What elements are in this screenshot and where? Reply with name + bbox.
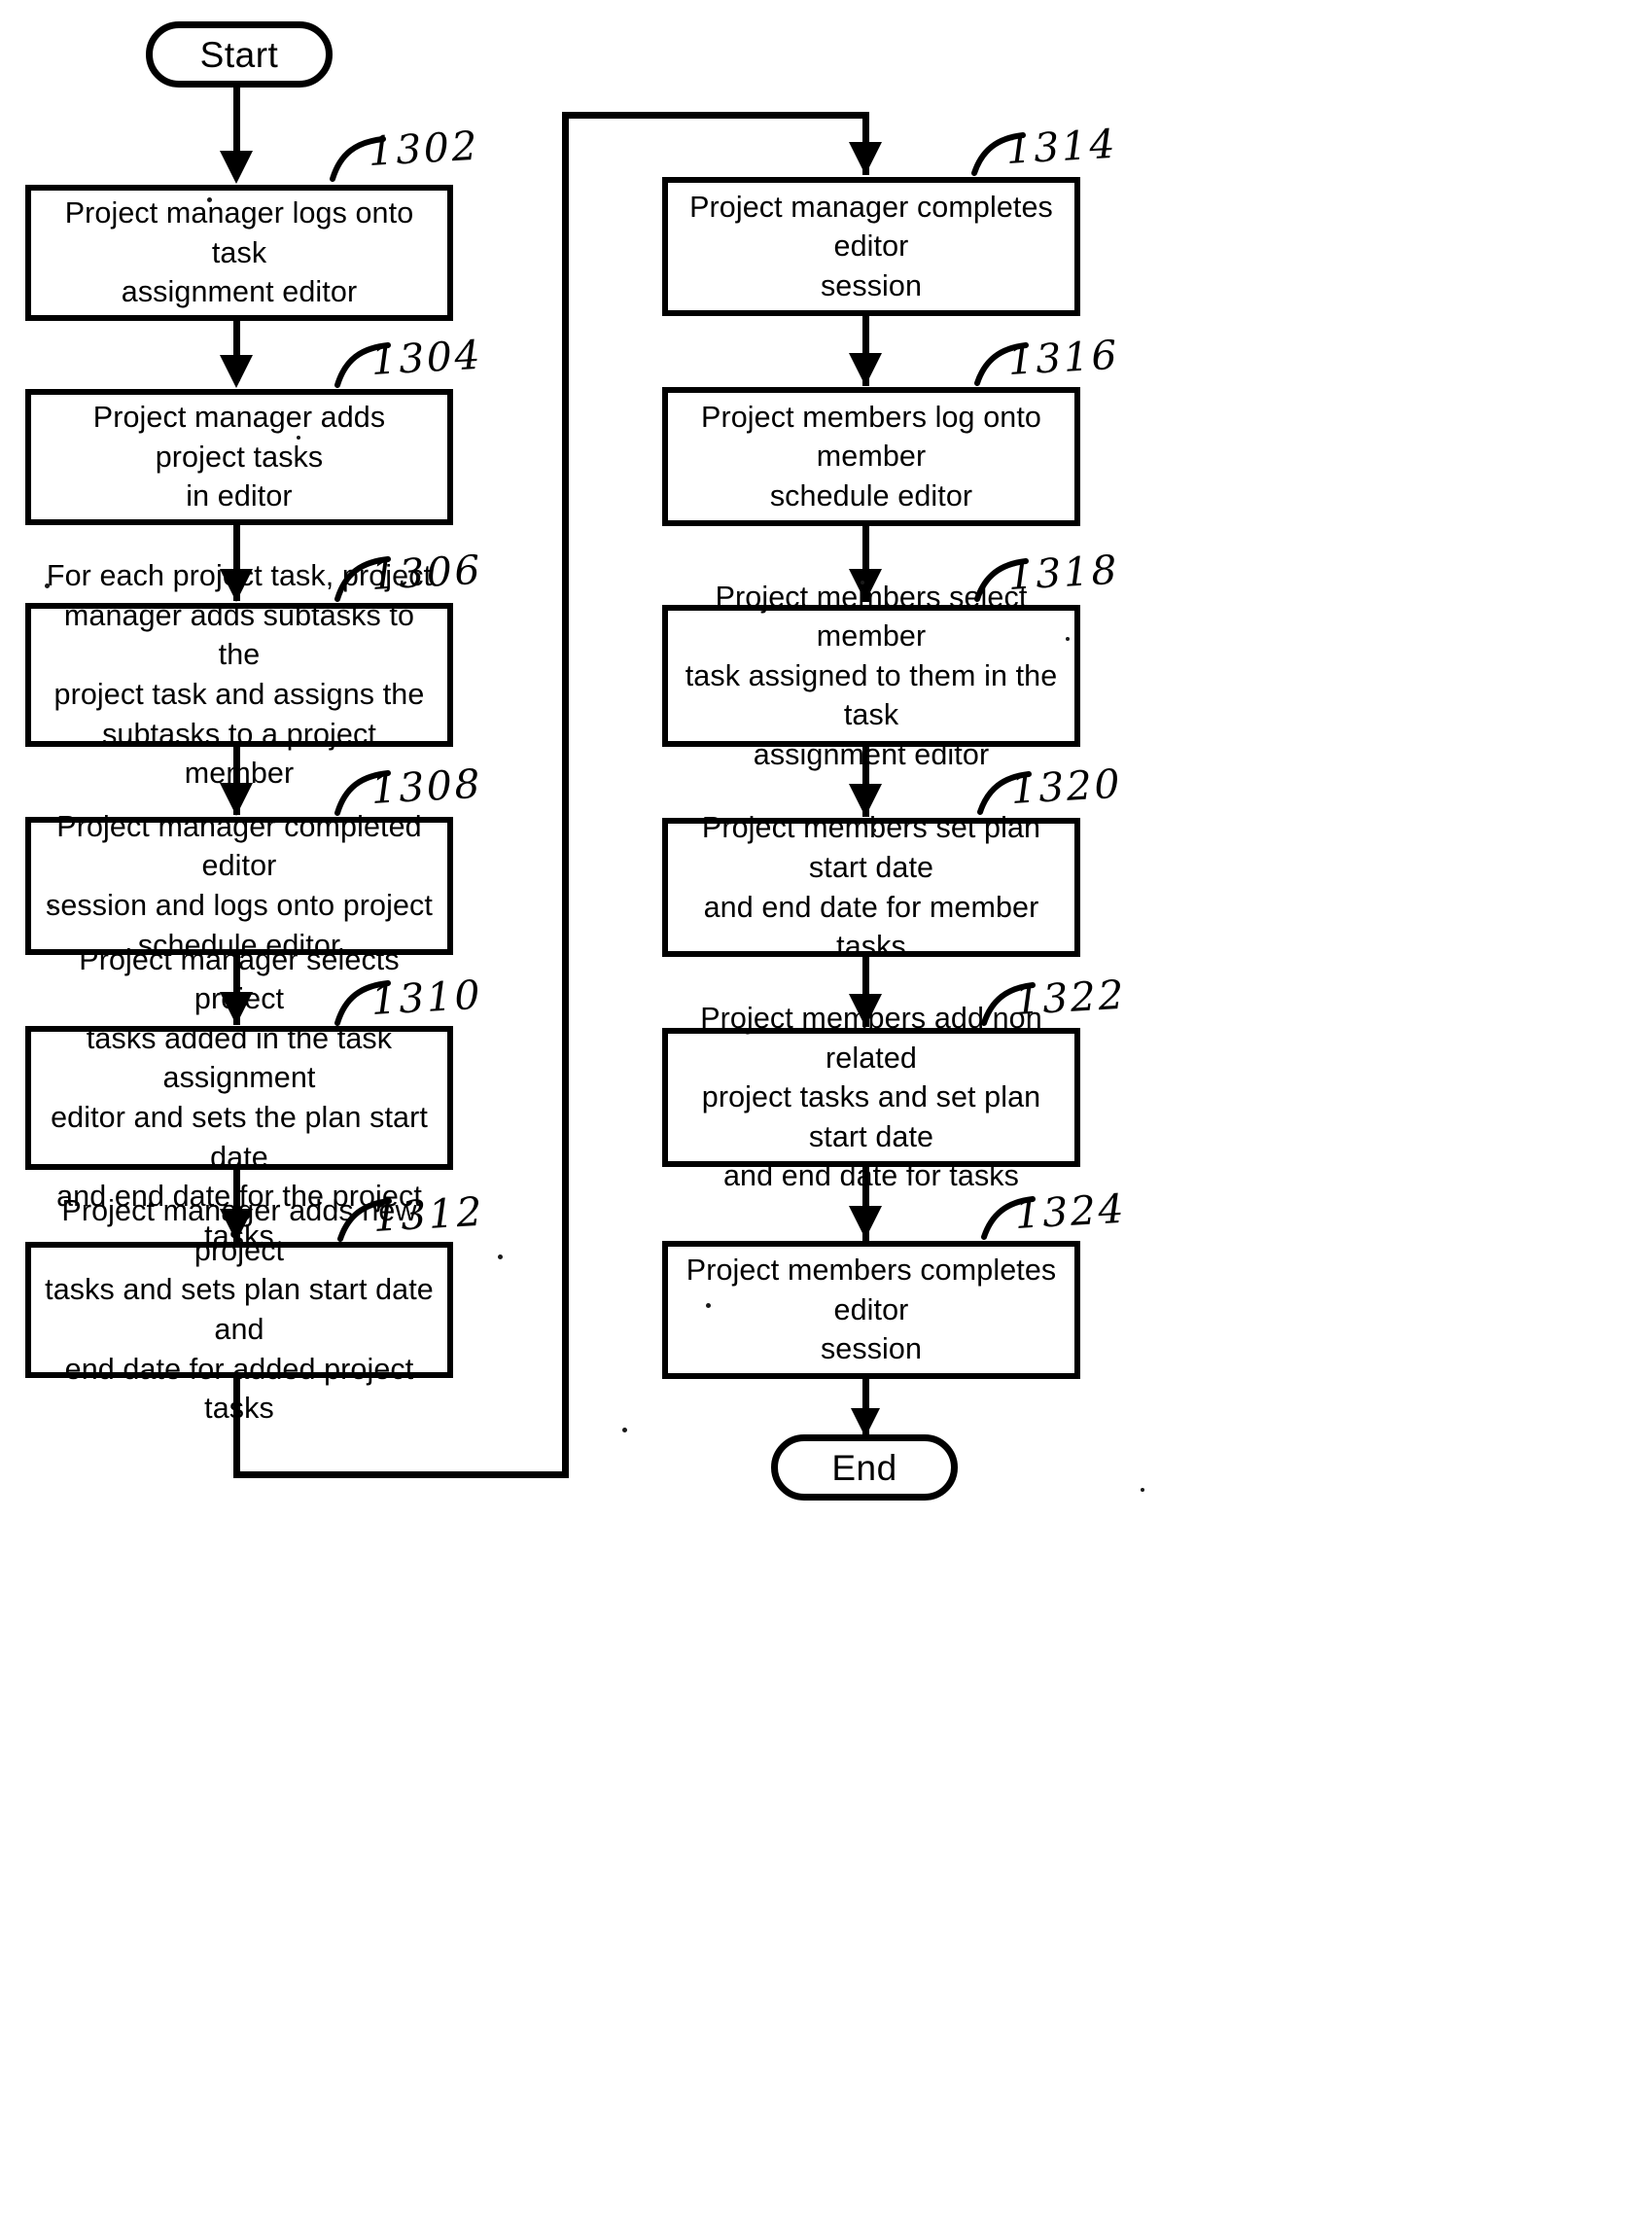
ref-numeral-1324: 1324 (1013, 1184, 1128, 1238)
ref-numeral-1312: 1312 (371, 1187, 486, 1241)
arrowhead-1324-to-end (851, 1408, 880, 1437)
ref-numeral-1302: 1302 (367, 122, 481, 175)
process-box-1308: Project manager completed editor session… (25, 810, 453, 962)
arrowhead-1302-to-1304 (220, 355, 253, 388)
scan-speck (861, 581, 864, 584)
process-box-1314-label: Project manager completes editor session (689, 190, 1053, 302)
scan-speck (207, 197, 212, 202)
arrowhead-feedback-to-1314 (849, 142, 882, 175)
scan-speck (1141, 1488, 1144, 1492)
scan-speck (498, 1254, 503, 1259)
process-box-1316: Project members log onto member schedule… (662, 387, 1080, 526)
process-box-1324-label: Project members completes editor session (685, 1254, 1057, 1366)
process-box-1310: Project manager selects project tasks ad… (25, 943, 453, 1253)
feedback-line-top (562, 112, 869, 119)
scan-speck (45, 583, 50, 588)
terminal-start-label: Start (199, 34, 279, 75)
ref-numeral-1320: 1320 (1009, 760, 1124, 813)
process-box-1318-label: Project members select member task assig… (685, 580, 1058, 771)
process-box-1318: Project members select member task assig… (662, 581, 1080, 771)
ref-numeral-1316: 1316 (1006, 331, 1121, 384)
process-box-1320-label: Project members set plan start date and … (701, 811, 1041, 964)
ref-numeral-1306: 1306 (369, 546, 484, 599)
feedback-line-down (233, 1378, 240, 1478)
process-box-1324: Project members completes editor session (662, 1241, 1080, 1379)
ref-numeral-1318: 1318 (1006, 546, 1121, 599)
ref-numeral-1304: 1304 (369, 331, 484, 384)
scan-speck (622, 1428, 627, 1432)
process-box-1322-label: Project members add non related project … (700, 1002, 1042, 1193)
process-box-1302-label: Project manager logs onto task assignmen… (64, 196, 414, 309)
terminal-end-label: End (831, 1447, 897, 1488)
feedback-line-bottom (233, 1471, 569, 1478)
process-box-1312: Project manager adds new project tasks a… (25, 1194, 453, 1425)
process-box-1322: Project members add non related project … (662, 1002, 1080, 1192)
process-box-1304: Project manager adds project tasks in ed… (25, 389, 453, 525)
process-box-1304-label: Project manager adds project tasks in ed… (92, 401, 386, 513)
process-box-1306: For each project task, project manager a… (25, 559, 453, 790)
scan-speck (1066, 637, 1070, 641)
scan-speck (706, 1303, 711, 1308)
terminal-start: Start (146, 21, 333, 88)
scan-speck (872, 829, 876, 832)
ref-numeral-1310: 1310 (369, 971, 484, 1024)
process-box-1314: Project manager completes editor session (662, 177, 1080, 316)
ref-numeral-1322: 1322 (1013, 971, 1128, 1024)
scan-speck (297, 436, 300, 440)
flowchart-canvas: Start Project manager logs onto task ass… (0, 0, 1652, 2226)
arrowhead-1314-to-1316 (849, 353, 882, 386)
arrowhead-1322-to-1324 (849, 1206, 882, 1239)
process-box-1320: Project members set plan start date and … (662, 811, 1080, 963)
scan-speck (49, 904, 53, 909)
ref-numeral-1314: 1314 (1004, 120, 1119, 173)
process-box-1316-label: Project members log onto member schedule… (701, 400, 1041, 512)
terminal-end: End (771, 1434, 958, 1501)
feedback-line-riser (562, 112, 569, 1478)
process-box-1302: Project manager logs onto task assignmen… (25, 185, 453, 321)
ref-numeral-1308: 1308 (369, 760, 484, 813)
arrowhead-start-to-1302 (220, 151, 253, 184)
